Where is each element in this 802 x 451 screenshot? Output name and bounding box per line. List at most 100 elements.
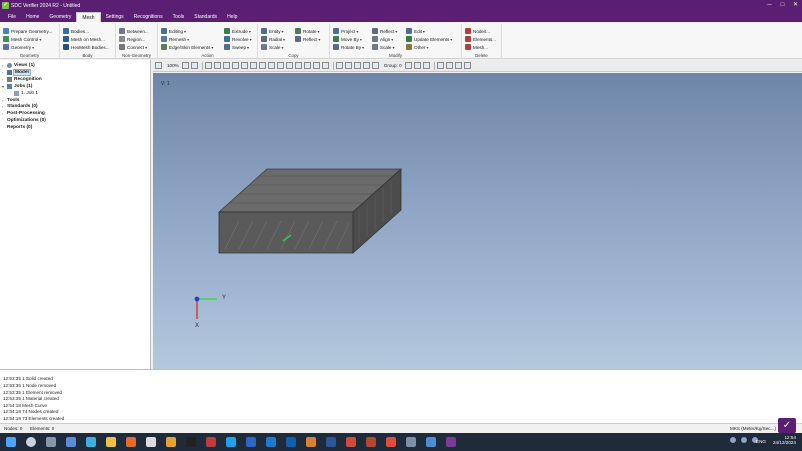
acrobat-icon[interactable]	[366, 437, 376, 447]
settings-icon[interactable]	[406, 437, 416, 447]
scale-modify-button[interactable]: Scale ▾	[372, 43, 395, 51]
bottom-view-icon[interactable]	[267, 62, 275, 69]
store-icon[interactable]	[146, 437, 156, 447]
outlook-icon[interactable]	[286, 437, 296, 447]
left-view-icon[interactable]	[276, 62, 284, 69]
edit-button[interactable]: Edit ▾	[406, 27, 425, 35]
palette-icon[interactable]	[422, 62, 430, 69]
tree-item-jobs[interactable]: ▾ Jobs (1)	[2, 83, 32, 90]
between-button[interactable]: Between...	[119, 27, 149, 35]
back-view-icon[interactable]	[249, 62, 257, 69]
settings-icon[interactable]	[463, 62, 471, 69]
tab-standards[interactable]: Standards	[189, 12, 222, 22]
wifi-icon[interactable]	[730, 437, 736, 443]
rotate-copy-button[interactable]: Rotate ▾	[295, 27, 320, 35]
tab-help[interactable]: Help	[222, 12, 242, 22]
delete-mesh-button[interactable]: Mesh...	[465, 43, 488, 51]
terminal-icon[interactable]	[186, 437, 196, 447]
rotate-by-button[interactable]: Rotate By ▾	[333, 43, 364, 51]
skype-icon[interactable]	[226, 437, 236, 447]
flip-icon[interactable]	[303, 62, 311, 69]
tree-item-recognition[interactable]: › Recognition	[2, 76, 42, 83]
chrome-icon[interactable]	[166, 437, 176, 447]
tree-item-reports[interactable]: Reports (0)	[7, 124, 32, 131]
iso-view-icon[interactable]	[294, 62, 302, 69]
app-icon[interactable]	[206, 437, 216, 447]
tree-item-job-1[interactable]: 1. Job 1	[14, 90, 38, 97]
reflect-copy-button[interactable]: Reflect ▾	[295, 35, 320, 43]
graphics-viewport[interactable]: V: 1 Y X	[153, 73, 802, 369]
label-icon[interactable]	[413, 62, 421, 69]
tree-item-model[interactable]: › Model	[2, 69, 31, 76]
zoom-box-icon[interactable]	[213, 62, 221, 69]
app-icon[interactable]	[426, 437, 436, 447]
last-icon[interactable]	[321, 62, 329, 69]
tab-geometry[interactable]: Geometry	[44, 12, 76, 22]
prepare-geometry-button[interactable]: Prepare Geometry...	[3, 27, 52, 35]
tree-item-optimizations[interactable]: Optimizations (0)	[7, 117, 46, 124]
tab-file[interactable]: File	[3, 12, 21, 22]
sweep-button[interactable]: Sweep ▾	[224, 43, 249, 51]
reflect-modify-button[interactable]: Reflect ▾	[372, 27, 397, 35]
right-view-icon[interactable]	[285, 62, 293, 69]
tab-mesh[interactable]: Mesh	[76, 12, 101, 22]
pan-icon[interactable]	[190, 62, 198, 69]
language-indicator[interactable]: ENG	[756, 439, 766, 444]
active-app-icon[interactable]	[306, 437, 316, 447]
hexmesh-bodies-button[interactable]: HexMesh Bodies...	[63, 43, 110, 51]
other-button[interactable]: Other ▾	[406, 43, 429, 51]
group-settings-icon[interactable]	[404, 62, 412, 69]
editing-button[interactable]: Editing ▾	[161, 27, 186, 35]
rotate-view-icon[interactable]	[222, 62, 230, 69]
select-icon[interactable]	[155, 62, 162, 69]
extrude-button[interactable]: Extrude ▾	[224, 27, 251, 35]
shaded-icon[interactable]	[344, 62, 352, 69]
grid-icon[interactable]	[335, 62, 343, 69]
group-dropdown[interactable]: Group: 0	[384, 63, 402, 68]
output-log[interactable]: 12:53:35 1 Solid created 12:53:35 1 Node…	[0, 369, 802, 423]
delete-nodes-button[interactable]: Nodes...	[465, 27, 490, 35]
tab-home[interactable]: Home	[21, 12, 44, 22]
search-icon[interactable]	[26, 437, 36, 447]
color-icon[interactable]	[371, 62, 379, 69]
top-view-icon[interactable]	[258, 62, 266, 69]
revolve-button[interactable]: Revolve ▾	[224, 35, 252, 43]
close-icon[interactable]: ✕	[789, 0, 802, 11]
widgets-icon[interactable]	[66, 437, 76, 447]
calculator-icon[interactable]	[246, 437, 256, 447]
maximize-icon[interactable]: □	[776, 0, 789, 11]
bodies-button[interactable]: Bodies...	[63, 27, 89, 35]
remesh-button[interactable]: Remesh ▾	[161, 35, 189, 43]
delete-elements-button[interactable]: Elements...	[465, 35, 496, 43]
edge-browser-icon[interactable]	[86, 437, 96, 447]
firefox-icon[interactable]	[126, 437, 136, 447]
move-by-button[interactable]: Move By ▾	[333, 35, 362, 43]
project-button[interactable]: Project ▾	[333, 27, 358, 35]
task-view-icon[interactable]	[46, 437, 56, 447]
entity-button[interactable]: Entity ▾	[261, 27, 284, 35]
text-icon[interactable]	[231, 62, 239, 69]
tree-item-views[interactable]: › Views (1)	[2, 62, 35, 69]
options-icon[interactable]	[454, 62, 462, 69]
connect-button[interactable]: Connect ▾	[119, 43, 147, 51]
measure-icon[interactable]	[436, 62, 444, 69]
tab-recognitions[interactable]: Recognitions	[129, 12, 168, 22]
powerpoint-icon[interactable]	[346, 437, 356, 447]
app-icon[interactable]	[386, 437, 396, 447]
zoom-dropdown[interactable]: 100%	[167, 63, 179, 68]
front-view-icon[interactable]	[240, 62, 248, 69]
clock[interactable]: 12:54 24/12/2024	[773, 435, 796, 445]
mesh-on-mesh-button[interactable]: Mesh on Mesh...	[63, 35, 105, 43]
align-button[interactable]: Align ▾	[372, 35, 393, 43]
file-explorer-icon[interactable]	[106, 437, 116, 447]
volume-icon[interactable]	[741, 437, 747, 443]
view-dropdown-icon[interactable]	[181, 62, 189, 69]
tab-settings[interactable]: Settings	[101, 12, 129, 22]
units-indicator[interactable]: MKS (Meter/Kg/Sec...)	[730, 426, 776, 431]
geometry-button[interactable]: Geometry ▾	[3, 43, 34, 51]
edge-skin-elements-button[interactable]: Edge/Skin Elements ▾	[161, 43, 213, 51]
word-icon[interactable]	[326, 437, 336, 447]
wireframe-icon[interactable]	[353, 62, 361, 69]
windows-start-icon[interactable]	[6, 437, 16, 447]
minimize-icon[interactable]: ─	[763, 0, 776, 11]
